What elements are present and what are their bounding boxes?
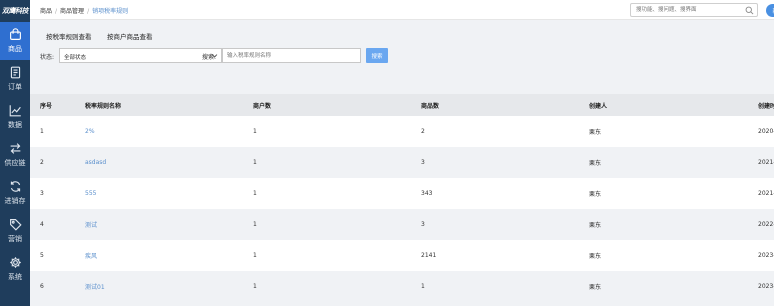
guide-button[interactable]: 新手引导 [766,4,774,17]
row-index: 1 [40,128,44,135]
sidebar-item-orders[interactable]: 订单 [0,60,30,98]
exchange-icon [10,143,20,154]
keyword-label: 搜索: [202,54,217,61]
sidebar-item-label: 进销存 [4,197,26,205]
sidebar-item-supply-chain[interactable]: 供应链 [0,136,30,174]
column-header-merchants: 商户数 [253,102,272,110]
sidebar-item-label: 订单 [8,83,22,91]
sidebar: 双鹰科技 商品 订单 数据 供应链 进销存 营销 系统 [0,0,30,306]
product-count: 343 [421,190,433,197]
breadcrumb: 商品 / 商品管理 / 销项税率规则 [40,6,128,15]
tab-by-merchant-product[interactable]: 按商户商品查看 [107,31,153,41]
keyword-input[interactable] [222,48,361,63]
created-time: 2021- [758,190,774,197]
filter-bar: 状态: 全部状态 搜索: 搜索 [30,44,774,68]
column-header-rule-name: 税率规则名称 [85,102,122,110]
tax-rule-table: 序号 税率规则名称 商户数 商品数 创建人 创建时 1 2% 1 2 栗东 20… [30,94,774,302]
global-search-input[interactable] [631,4,741,16]
sidebar-item-label: 数据 [8,121,22,129]
breadcrumb-current: 销项税率规则 [92,8,129,15]
gear-icon [9,257,21,268]
product-count: 2 [421,128,425,135]
creator: 栗东 [589,222,602,229]
table-row: 3 555 1 343 栗东 2021- [30,178,774,209]
merchant-count: 1 [253,283,257,290]
table-row: 2 asdasd 1 3 栗东 2021- [30,147,774,178]
product-count: 2141 [421,252,437,259]
column-header-creator: 创建人 [589,102,608,110]
chart-line-icon [9,105,21,117]
table-row: 6 测试01 1 1 栗东 2023- [30,271,774,302]
sidebar-item-products[interactable]: 商品 [0,22,30,60]
breadcrumb-separator: / [87,8,90,15]
sidebar-item-label: 供应链 [4,159,26,167]
column-header-index: 序号 [40,102,53,110]
merchant-count: 1 [253,221,257,228]
sidebar-item-label: 商品 [8,45,22,53]
merchant-count: 1 [253,190,257,197]
sidebar-item-system[interactable]: 系统 [0,250,30,288]
creator: 栗东 [589,129,602,136]
merchant-count: 1 [253,128,257,135]
status-select-value: 全部状态 [64,55,87,61]
search-icon[interactable] [745,6,754,15]
created-time: 2020- [758,128,774,135]
table-header: 序号 税率规则名称 商户数 商品数 创建人 创建时 [30,94,774,116]
row-index: 2 [40,159,44,166]
breadcrumb-separator: / [55,8,58,15]
rule-name-link[interactable]: 测试 [85,209,245,240]
tab-by-rule[interactable]: 按税率规则查看 [46,31,92,41]
breadcrumb-item[interactable]: 商品 [40,8,52,15]
basket-icon [9,28,21,40]
row-index: 4 [40,221,44,228]
sidebar-item-marketing[interactable]: 营销 [0,212,30,250]
global-search [630,3,758,17]
sidebar-item-data[interactable]: 数据 [0,98,30,136]
created-time: 2022- [758,221,774,228]
tag-icon [9,219,22,231]
sidebar-item-inventory[interactable]: 进销存 [0,174,30,212]
merchant-count: 1 [253,159,257,166]
view-tabs: 按税率规则查看 按商户商品查看 [30,28,774,42]
brand-logo: 双鹰科技 [2,7,29,15]
table-row: 1 2% 1 2 栗东 2020- [30,116,774,147]
rule-name-link[interactable]: asdasd [85,147,245,178]
rule-name-link[interactable]: 测试01 [85,271,245,302]
product-count: 3 [421,221,425,228]
column-header-products: 商品数 [421,102,440,110]
product-count: 3 [421,159,425,166]
sidebar-item-label: 营销 [8,235,22,243]
product-count: 1 [421,283,425,290]
status-label: 状态: [40,54,55,61]
created-time: 2023- [758,252,774,259]
top-header: 商品/商品管理/销项税率规则 新手引导 [30,0,774,20]
merchant-count: 1 [253,252,257,259]
created-time: 2021- [758,159,774,166]
row-index: 3 [40,190,44,197]
column-header-created-time: 创建时 [758,102,774,110]
table-row: 5 疾风 1 2141 栗东 2023- [30,240,774,271]
sidebar-item-label: 系统 [8,273,22,281]
row-index: 5 [40,252,44,259]
rule-name-link[interactable]: 疾风 [85,240,245,271]
table-row: 4 测试 1 3 栗东 2022- [30,209,774,240]
rule-name-link[interactable]: 2% [85,116,245,147]
refresh-icon [10,181,20,192]
created-time: 2023- [758,283,774,290]
creator: 栗东 [589,160,602,167]
order-icon [10,66,20,79]
status-select[interactable]: 全部状态 [59,48,222,63]
search-button[interactable]: 搜索 [366,48,388,63]
row-index: 6 [40,283,44,290]
creator: 栗东 [589,284,602,291]
rule-name-link[interactable]: 555 [85,178,245,209]
creator: 栗东 [589,253,602,260]
breadcrumb-item[interactable]: 商品管理 [60,8,84,15]
creator: 栗东 [589,191,602,198]
